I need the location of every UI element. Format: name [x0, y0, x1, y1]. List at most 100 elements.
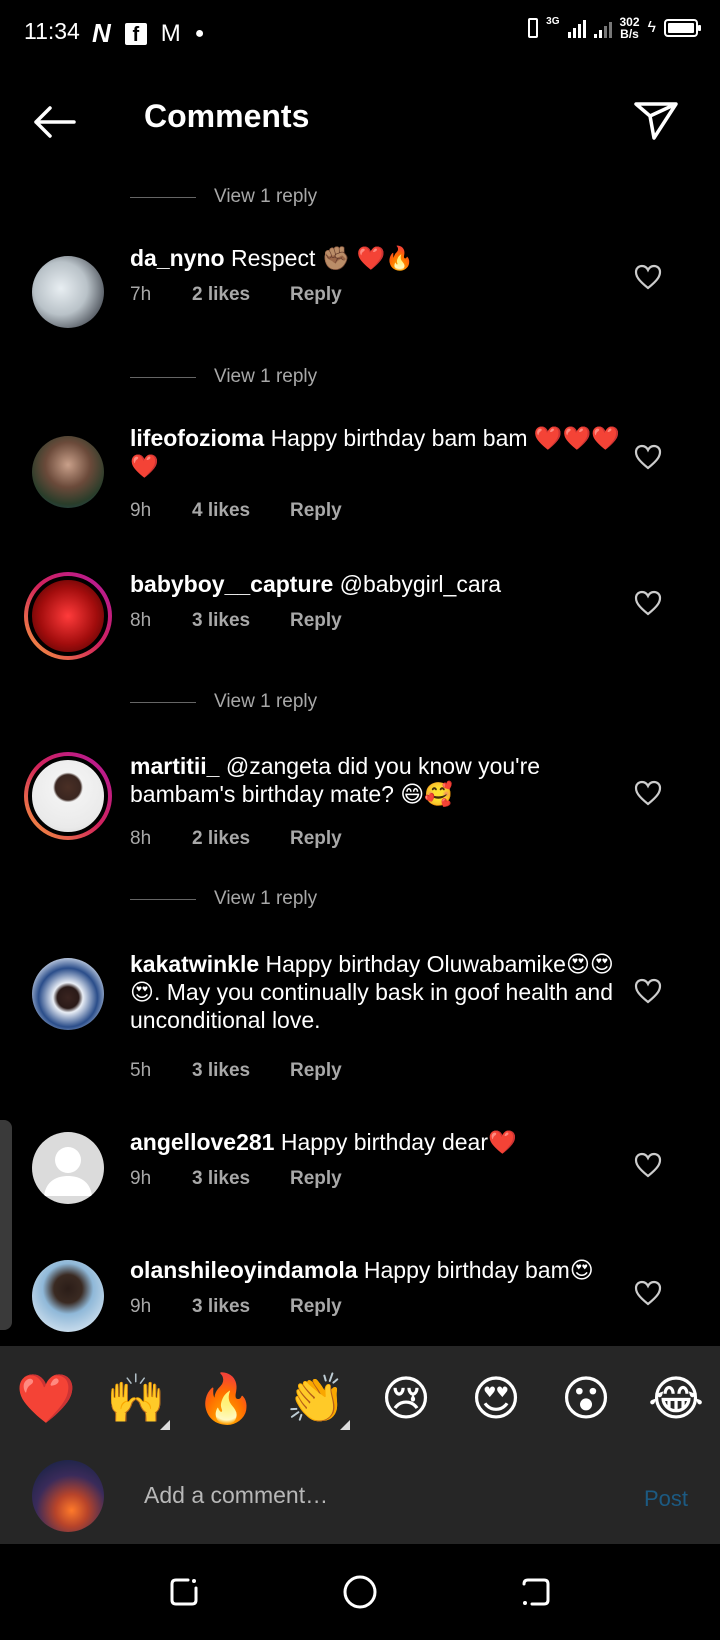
view-replies-label: View 1 reply: [214, 186, 318, 207]
comment-likes[interactable]: 4 likes: [192, 500, 290, 522]
comment-meta: 9h 3 likes Reply: [130, 1168, 342, 1190]
comment-username[interactable]: angellove281: [130, 1129, 274, 1155]
gmail-icon: M: [160, 19, 181, 47]
view-replies-label: View 1 reply: [214, 888, 318, 909]
comment-body: Happy birthday dear❤️: [280, 1129, 517, 1155]
dot-icon: ●: [194, 24, 205, 42]
post-button[interactable]: Post: [644, 1486, 688, 1512]
skin-tone-indicator: [340, 1420, 350, 1430]
reply-button[interactable]: Reply: [290, 500, 342, 522]
system-navigation-bar: [0, 1544, 720, 1640]
like-heart-icon[interactable]: [634, 1152, 662, 1178]
comment-time: 7h: [130, 284, 152, 305]
side-drawer-handle[interactable]: [0, 1120, 12, 1330]
view-replies-label: View 1 reply: [214, 366, 318, 387]
comment-likes[interactable]: 3 likes: [192, 610, 290, 632]
charging-icon: ϟ: [647, 19, 656, 36]
comments-header: Comments: [0, 64, 720, 174]
avatar[interactable]: [32, 958, 104, 1030]
speed-unit: B/s: [620, 27, 639, 41]
comment-likes[interactable]: 3 likes: [192, 1060, 290, 1082]
emoji-crying-face[interactable]: 😢: [374, 1368, 438, 1432]
reply-divider: [130, 376, 196, 378]
comment-username[interactable]: lifeofozioma: [130, 425, 264, 451]
network-type: 3G: [546, 16, 560, 27]
reply-divider: [130, 196, 196, 198]
comment-time: 9h: [130, 500, 152, 521]
comment-time: 9h: [130, 1296, 152, 1317]
emoji-tears-of-joy[interactable]: 😂: [644, 1368, 708, 1432]
reply-divider: [130, 898, 196, 900]
reply-button[interactable]: Reply: [290, 1060, 342, 1082]
view-replies-button[interactable]: View 1 reply: [130, 366, 317, 388]
comment-username[interactable]: martitii_: [130, 753, 219, 779]
avatar-default[interactable]: [32, 1132, 104, 1204]
reply-button[interactable]: Reply: [290, 1296, 342, 1318]
reply-button[interactable]: Reply: [290, 1168, 342, 1190]
comment-username[interactable]: da_nyno: [130, 245, 225, 271]
back-arrow-icon[interactable]: [30, 98, 78, 146]
comment-text: olanshileoyindamola Happy birthday bam😍: [130, 1256, 626, 1284]
facebook-icon: f: [124, 22, 147, 46]
emoji-clapping-hands[interactable]: 👏: [284, 1368, 348, 1432]
emoji-heart-eyes[interactable]: 😍: [464, 1368, 528, 1432]
like-heart-icon[interactable]: [634, 1280, 662, 1306]
avatar-story-ring[interactable]: [24, 752, 112, 840]
like-heart-icon[interactable]: [634, 264, 662, 290]
signal-icon: [567, 18, 586, 38]
status-time: 11:34: [24, 18, 80, 44]
comment-text: kakatwinkle Happy birthday Oluwabamike😍😍…: [130, 950, 626, 1034]
network-speed: 302 B/s: [620, 16, 640, 40]
comment-username[interactable]: kakatwinkle: [130, 951, 259, 977]
comment-time: 8h: [130, 610, 152, 631]
comment-meta: 9h 3 likes Reply: [130, 1296, 342, 1318]
avatar[interactable]: [32, 256, 104, 328]
direct-send-icon[interactable]: [632, 96, 680, 144]
avatar: [28, 756, 108, 836]
page-title: Comments: [144, 98, 310, 134]
avatar-story-ring[interactable]: [24, 572, 112, 660]
home-icon[interactable]: [342, 1574, 378, 1610]
comment-likes[interactable]: 3 likes: [192, 1168, 290, 1190]
emoji-red-heart[interactable]: ❤️: [14, 1368, 78, 1432]
comment-meta: 5h 3 likes Reply: [130, 1060, 342, 1082]
like-heart-icon[interactable]: [634, 780, 662, 806]
comment-text: angellove281 Happy birthday dear❤️: [130, 1128, 626, 1156]
status-bar: 11:34 N f M ● 3G 302 B/s ϟ: [0, 0, 720, 64]
comment-composer: Add a comment… Post: [0, 1454, 720, 1544]
reply-button[interactable]: Reply: [290, 284, 342, 306]
like-heart-icon[interactable]: [634, 978, 662, 1004]
comment-text: martitii_ @zangeta did you know you're b…: [130, 752, 626, 808]
comment-meta: 8h 3 likes Reply: [130, 610, 342, 632]
view-replies-button[interactable]: View 1 reply: [130, 691, 317, 713]
reply-button[interactable]: Reply: [290, 610, 342, 632]
comment-username[interactable]: olanshileoyindamola: [130, 1257, 358, 1283]
emoji-raised-hands[interactable]: 🙌: [104, 1368, 168, 1432]
view-replies-button[interactable]: View 1 reply: [130, 186, 317, 208]
comment-body: Happy birthday bam😍: [363, 1257, 594, 1283]
comment-input[interactable]: Add a comment…: [144, 1482, 328, 1509]
like-heart-icon[interactable]: [634, 444, 662, 470]
view-replies-label: View 1 reply: [214, 691, 318, 712]
signal-icon-2: [593, 18, 612, 38]
skin-tone-indicator: [160, 1420, 170, 1430]
system-icons: 3G 302 B/s ϟ: [528, 16, 701, 40]
emoji-fire[interactable]: 🔥: [194, 1368, 258, 1432]
comment-meta: 7h 2 likes Reply: [130, 284, 342, 306]
comment-likes[interactable]: 3 likes: [192, 1296, 290, 1318]
avatar[interactable]: [32, 1260, 104, 1332]
recents-icon[interactable]: [166, 1574, 202, 1610]
like-heart-icon[interactable]: [634, 590, 662, 616]
comment-username[interactable]: babyboy__capture: [130, 571, 333, 597]
comment-time: 5h: [130, 1060, 152, 1081]
reply-button[interactable]: Reply: [290, 828, 342, 850]
view-replies-button[interactable]: View 1 reply: [130, 888, 317, 910]
emoji-surprised-face[interactable]: 😮: [554, 1368, 618, 1432]
avatar[interactable]: [32, 436, 104, 508]
comment-text: da_nyno Respect ✊🏽 ❤️🔥: [130, 244, 626, 272]
comment-likes[interactable]: 2 likes: [192, 828, 290, 850]
comment-meta: 9h 4 likes Reply: [130, 500, 342, 522]
back-nav-icon[interactable]: [518, 1574, 554, 1610]
comment-time: 9h: [130, 1168, 152, 1189]
comment-likes[interactable]: 2 likes: [192, 284, 290, 306]
